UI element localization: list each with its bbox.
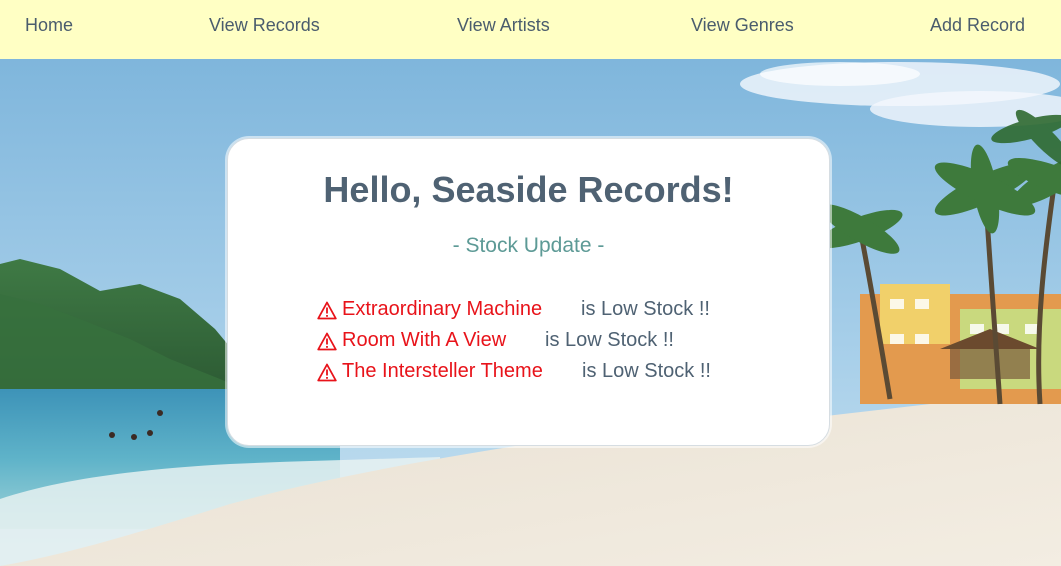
warning-triangle-icon <box>317 363 337 382</box>
warning-triangle-icon <box>317 332 337 351</box>
low-stock-list: Extraordinary Machine is Low Stock !! Ro… <box>317 297 797 390</box>
top-navbar: Home View Records View Artists View Genr… <box>0 0 1061 59</box>
welcome-card: Hello, Seaside Records! - Stock Update -… <box>227 138 830 446</box>
low-stock-item: Extraordinary Machine is Low Stock !! <box>317 297 797 328</box>
low-stock-item: The Intersteller Theme is Low Stock !! <box>317 359 797 390</box>
low-stock-status: is Low Stock !! <box>581 298 710 320</box>
nav-home-link[interactable]: Home <box>25 15 73 36</box>
low-stock-item: Room With A View is Low Stock !! <box>317 328 797 359</box>
nav-add-record-link[interactable]: Add Record <box>930 15 1025 36</box>
nav-view-records-link[interactable]: View Records <box>209 15 320 36</box>
stock-update-subtitle: - Stock Update - <box>452 234 605 257</box>
record-name: The Intersteller Theme <box>342 360 543 382</box>
warning-triangle-icon <box>317 301 337 320</box>
low-stock-status: is Low Stock !! <box>582 360 711 382</box>
nav-view-artists-link[interactable]: View Artists <box>457 15 550 36</box>
nav-view-genres-link[interactable]: View Genres <box>691 15 794 36</box>
low-stock-status: is Low Stock !! <box>545 329 674 351</box>
record-name: Extraordinary Machine <box>342 298 543 320</box>
page-title: Hello, Seaside Records! <box>323 169 734 210</box>
record-name: Room With A View <box>342 329 507 351</box>
